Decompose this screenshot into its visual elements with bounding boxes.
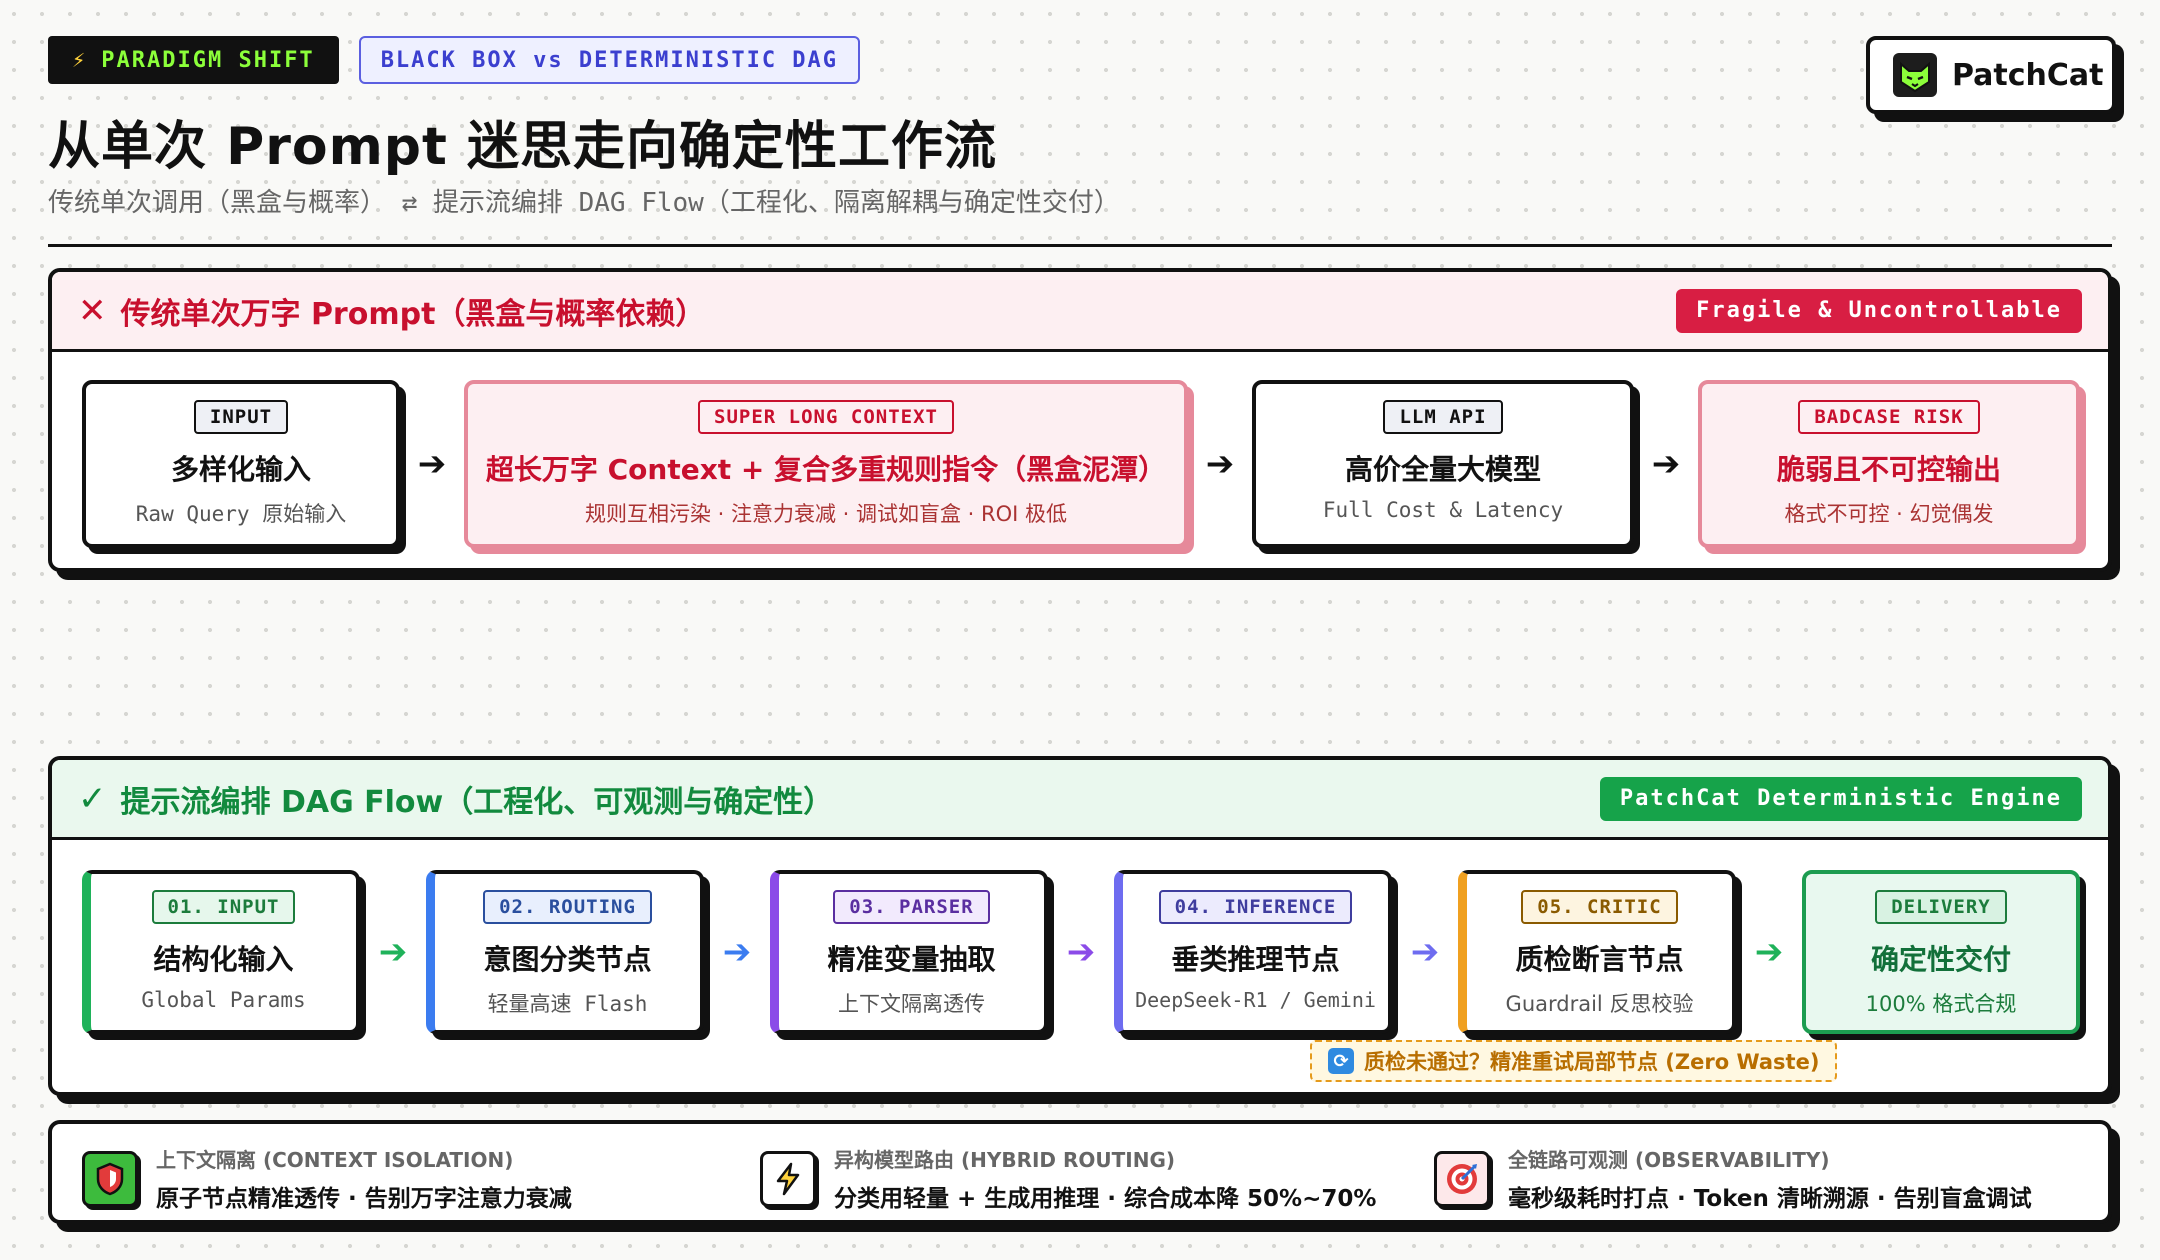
flow-arrow: ➔ [417, 444, 447, 484]
shield-glyph [96, 1162, 124, 1195]
flow-arrow: ➔ [378, 932, 408, 972]
node-subtitle: 格式不可控 · 幻觉偶发 [1784, 502, 1994, 526]
retry-note: ⟳ 质检未通过？精准重试局部节点 (Zero Waste) [1310, 1040, 1838, 1082]
legacy-title-text: 传统单次万字 Prompt（黑盒与概率依赖） [120, 296, 706, 332]
cross-icon: ✕ [78, 290, 107, 331]
node-subtitle: DeepSeek-R1 / Gemini [1135, 988, 1376, 1012]
node-subtitle: 上下文隔离透传 [838, 992, 985, 1016]
feature-hybrid-routing: 异构模型路由 (HYBRID ROUTING) 分类用轻量 + 生成用推理 · … [760, 1144, 1376, 1213]
node-subtitle: 100% 格式合规 [1865, 992, 2017, 1016]
lightning-glyph [776, 1162, 800, 1195]
page-subtitle: 传统单次调用（黑盒与概率） ⇄ 提示流编排 DAG Flow（工程化、隔离解耦与… [48, 188, 1120, 218]
flow-arrow: ➔ [1651, 444, 1681, 484]
node-tag: 05. CRITIC [1521, 890, 1678, 924]
node-subtitle: Guardrail 反思校验 [1505, 992, 1694, 1016]
feature-observability: 全链路可观测 (OBSERVABILITY) 毫秒级耗时打点 · Token 清… [1434, 1144, 2032, 1213]
legacy-node-llm: LLM API 高价全量大模型 Full Cost & Latency [1252, 380, 1634, 548]
lightning-icon [760, 1150, 816, 1207]
node-tag: INPUT [193, 400, 289, 434]
node-tag: LLM API [1383, 400, 1503, 434]
node-title: 结构化输入 [153, 943, 294, 976]
flow-arrow: ➔ [1754, 932, 1784, 972]
node-subtitle: Raw Query 原始输入 [135, 502, 347, 526]
feature-text: 全链路可观测 (OBSERVABILITY) 毫秒级耗时打点 · Token 清… [1508, 1144, 2032, 1213]
dag-section-title: ✓ 提示流编排 DAG Flow（工程化、可观测与确定性） [78, 777, 833, 821]
feature-label: 上下文隔离 (CONTEXT ISOLATION) [156, 1148, 514, 1172]
paradigm-shift-label: PARADIGM SHIFT [101, 47, 315, 73]
paradigm-shift-tag: ⚡ PARADIGM SHIFT [48, 36, 339, 84]
brand-name: PatchCat [1952, 57, 2104, 93]
lightning-icon: ⚡ [72, 47, 88, 73]
node-tag: SUPER LONG CONTEXT [698, 400, 954, 434]
shield-icon [82, 1150, 138, 1207]
node-title: 脆弱且不可控输出 [1776, 453, 2001, 486]
features-bar: 上下文隔离 (CONTEXT ISOLATION) 原子节点精准透传 · 告别万… [48, 1120, 2112, 1224]
feature-desc: 毫秒级耗时打点 · Token 清晰溯源 · 告别盲盒调试 [1508, 1186, 2032, 1212]
node-title: 垂类推理节点 [1171, 943, 1340, 976]
node-title: 高价全量大模型 [1344, 453, 1541, 486]
node-title: 多样化输入 [170, 453, 311, 486]
target-glyph [1447, 1163, 1477, 1194]
legacy-node-input: INPUT 多样化输入 Raw Query 原始输入 [82, 380, 400, 548]
check-icon: ✓ [78, 778, 107, 819]
retry-note-text: 质检未通过？精准重试局部节点 (Zero Waste) [1364, 1050, 1820, 1074]
feature-label: 异构模型路由 (HYBRID ROUTING) [834, 1148, 1175, 1172]
legacy-node-context: SUPER LONG CONTEXT 超长万字 Context + 复合多重规则… [464, 380, 1188, 548]
dag-flow-row: 01. INPUT 结构化输入 Global Params ➔ 02. ROUT… [82, 870, 2108, 1034]
refresh-icon: ⟳ [1328, 1048, 1354, 1074]
flow-arrow: ➔ [722, 932, 752, 972]
node-tag: 01. INPUT [151, 890, 296, 924]
legacy-section-title: ✕ 传统单次万字 Prompt（黑盒与概率依赖） [78, 289, 705, 333]
page-title: 从单次 Prompt 迷思走向确定性工作流 [48, 117, 997, 177]
feature-text: 上下文隔离 (CONTEXT ISOLATION) 原子节点精准透传 · 告别万… [156, 1144, 572, 1213]
node-tag: 03. PARSER [833, 890, 990, 924]
engine-badge: PatchCat Deterministic Engine [1599, 776, 2082, 821]
node-tag: 02. ROUTING [483, 890, 652, 924]
target-icon [1434, 1150, 1490, 1207]
node-tag: DELIVERY [1875, 890, 2007, 924]
node-tag: BADCASE RISK [1798, 400, 1980, 434]
flow-arrow: ➔ [1205, 444, 1235, 484]
legacy-section-header: ✕ 传统单次万字 Prompt（黑盒与概率依赖） Fragile & Uncon… [52, 272, 2108, 352]
page: ⚡ PARADIGM SHIFT BLACK BOX vs DETERMINIS… [0, 0, 2160, 1260]
node-title: 意图分类节点 [483, 943, 652, 976]
feature-context-isolation: 上下文隔离 (CONTEXT ISOLATION) 原子节点精准透传 · 告别万… [82, 1144, 572, 1213]
node-subtitle: Global Params [141, 988, 306, 1012]
legacy-prompt-section: ✕ 传统单次万字 Prompt（黑盒与概率依赖） Fragile & Uncon… [48, 268, 2112, 572]
node-title: 超长万字 Context + 复合多重规则指令（黑盒泥潭） [485, 453, 1167, 486]
header-divider [48, 244, 2112, 247]
patchcat-logo-icon [1893, 53, 1937, 97]
feature-text: 异构模型路由 (HYBRID ROUTING) 分类用轻量 + 生成用推理 · … [834, 1144, 1376, 1213]
comparison-tag: BLACK BOX vs DETERMINISTIC DAG [358, 36, 861, 84]
dag-title-text: 提示流编排 DAG Flow（工程化、可观测与确定性） [120, 784, 834, 820]
flow-arrow: ➔ [1066, 932, 1096, 972]
node-title: 确定性交付 [1870, 943, 2011, 976]
dag-flow-section: ✓ 提示流编排 DAG Flow（工程化、可观测与确定性） PatchCat D… [48, 756, 2112, 1096]
tag-row: ⚡ PARADIGM SHIFT BLACK BOX vs DETERMINIS… [48, 36, 861, 84]
dag-node-critic: 05. CRITIC 质检断言节点 Guardrail 反思校验 [1458, 870, 1736, 1034]
node-subtitle: Full Cost & Latency [1322, 498, 1564, 522]
feature-label: 全链路可观测 (OBSERVABILITY) [1508, 1148, 1830, 1172]
node-title: 精准变量抽取 [827, 943, 996, 976]
legacy-node-risk: BADCASE RISK 脆弱且不可控输出 格式不可控 · 幻觉偶发 [1698, 380, 2080, 548]
dag-node-delivery: DELIVERY 确定性交付 100% 格式合规 [1802, 870, 2080, 1034]
brand-badge: PatchCat [1866, 36, 2116, 114]
dag-node-inference: 04. INFERENCE 垂类推理节点 DeepSeek-R1 / Gemin… [1114, 870, 1392, 1034]
feature-desc: 分类用轻量 + 生成用推理 · 综合成本降 50%~70% [834, 1186, 1377, 1212]
flow-arrow: ➔ [1410, 932, 1440, 972]
dag-node-parser: 03. PARSER 精准变量抽取 上下文隔离透传 [770, 870, 1048, 1034]
node-subtitle: 轻量高速 Flash [487, 992, 648, 1016]
dag-node-input: 01. INPUT 结构化输入 Global Params [82, 870, 360, 1034]
node-subtitle: 规则互相污染 · 注意力衰减 · 调试如盲盒 · ROI 极低 [584, 502, 1068, 526]
node-tag: 04. INFERENCE [1158, 890, 1353, 924]
feature-desc: 原子节点精准透传 · 告别万字注意力衰减 [156, 1186, 572, 1212]
fragile-badge: Fragile & Uncontrollable [1676, 288, 2082, 333]
node-title: 质检断言节点 [1515, 943, 1684, 976]
dag-node-routing: 02. ROUTING 意图分类节点 轻量高速 Flash [426, 870, 704, 1034]
dag-section-header: ✓ 提示流编排 DAG Flow（工程化、可观测与确定性） PatchCat D… [52, 760, 2108, 840]
legacy-flow-row: INPUT 多样化输入 Raw Query 原始输入 ➔ SUPER LONG … [82, 380, 2108, 548]
